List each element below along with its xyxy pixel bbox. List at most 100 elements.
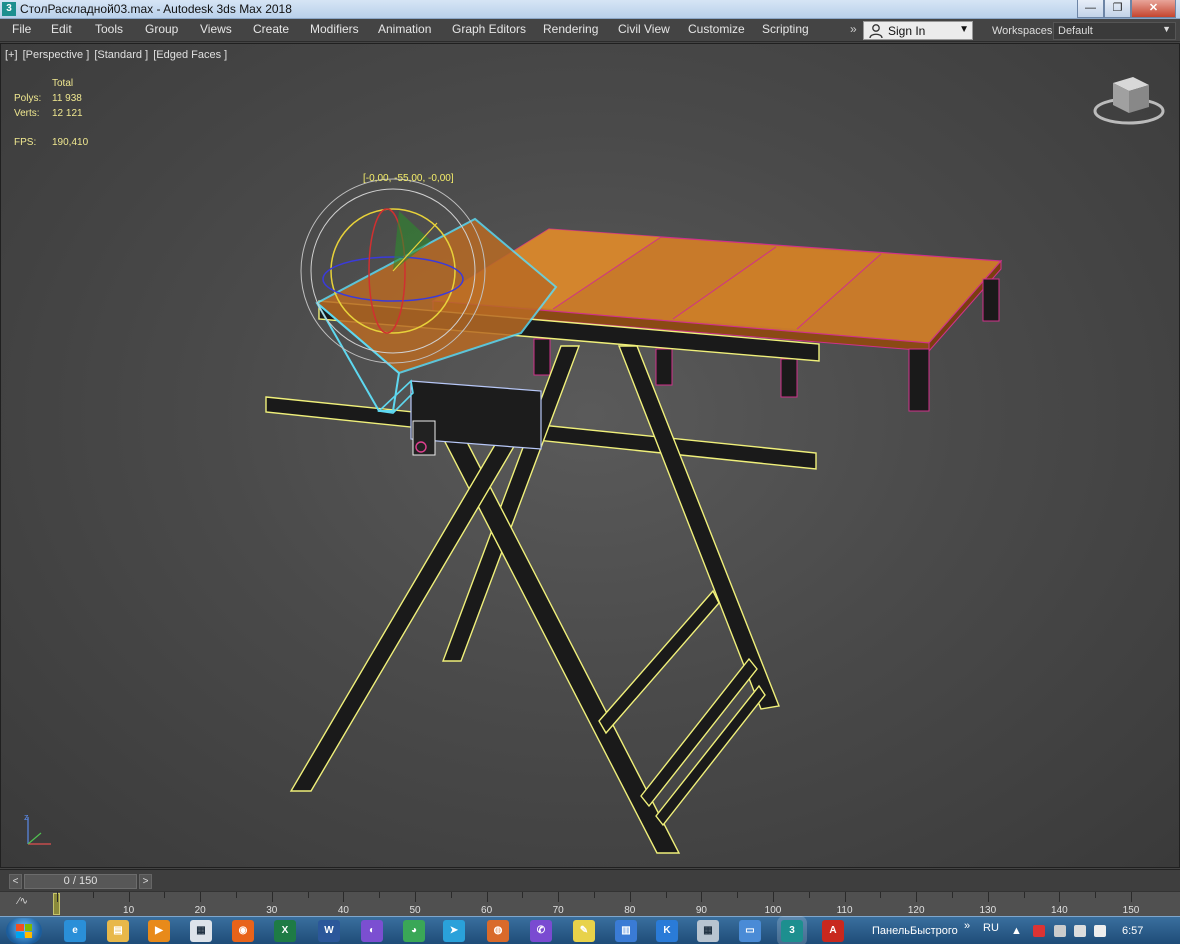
taskbar-app-app-purple-icon[interactable]: ◐	[361, 920, 383, 942]
stats-verts-value: 12 121	[52, 108, 83, 119]
workspaces-label: Workspaces:	[992, 25, 1056, 37]
timeline-tick-label: 70	[552, 905, 564, 916]
network-icon[interactable]	[1074, 925, 1086, 937]
menu-animation[interactable]: Animation	[378, 22, 431, 36]
timeline-tick	[128, 892, 130, 902]
menu-rendering[interactable]: Rendering	[543, 22, 598, 36]
3ds-max-app-icon[interactable]: 3	[2, 2, 16, 16]
menu-create[interactable]: Create	[253, 22, 289, 36]
menu-edit[interactable]: Edit	[51, 22, 72, 36]
track-bar[interactable]: ∕∿ 10 20 30 40 50 60 70 80 90 100 110 120 130 140 150	[0, 891, 1180, 916]
menu-tools[interactable]: Tools	[95, 22, 123, 36]
timeline-tick	[558, 892, 560, 902]
action-center-icon[interactable]	[1033, 925, 1045, 937]
clamp-block[interactable]	[410, 380, 542, 456]
taskbar-app-calculator-icon[interactable]: ▦	[697, 920, 719, 942]
viewport-label[interactable]: [+] [Perspective ] [Standard ] [Edged Fa…	[5, 49, 229, 61]
3ds-max-window: 3 СтолРаскладной03.max - Autodesk 3ds Ma…	[0, 0, 1180, 944]
stats-polys-label: Polys:	[14, 93, 42, 104]
taskbar-app-media-player-icon[interactable]: ▶	[148, 920, 170, 942]
taskbar-app-ie-icon[interactable]: e	[64, 920, 86, 942]
timeline-tick	[57, 892, 58, 902]
quick-launch-panel-label[interactable]: ПанельБыстрого	[872, 925, 958, 937]
timeline-tick	[1095, 892, 1097, 898]
taskbar-app-3dsmax-icon[interactable]: 3	[781, 920, 803, 942]
display-icon[interactable]	[1054, 925, 1066, 937]
maximize-button[interactable]: ❐	[1104, 0, 1131, 18]
timeline-tick	[737, 892, 739, 898]
time-next-button[interactable]: >	[139, 874, 152, 889]
taskbar-app-app-blue-icon[interactable]: ▭	[739, 920, 761, 942]
menu-views[interactable]: Views	[200, 22, 232, 36]
tray-expand-icon[interactable]: ▲	[1011, 925, 1022, 937]
menu-overflow-button[interactable]: »	[850, 22, 857, 36]
menu-group[interactable]: Group	[145, 22, 178, 36]
minimize-button[interactable]: —	[1077, 0, 1104, 18]
taskbar-app-app-k-icon[interactable]: K	[656, 920, 678, 942]
timeline-tick	[200, 892, 202, 902]
menu-file[interactable]: File	[12, 22, 31, 36]
timeline-tick-label: 60	[481, 905, 493, 916]
perspective-viewport[interactable]: [+] [Perspective ] [Standard ] [Edged Fa…	[0, 43, 1180, 868]
volume-icon[interactable]	[1094, 925, 1106, 937]
chevron-down-icon: ▼	[959, 24, 969, 35]
taskbar-app-notepad-icon[interactable]: ▦	[190, 920, 212, 942]
axis-z-label: z	[24, 812, 29, 822]
transform-readout: [-0,00, -55,00, -0,00]	[363, 173, 454, 184]
timeline-tick-label: 80	[624, 905, 636, 916]
taskbar-app-word-icon[interactable]: W	[318, 920, 340, 942]
timeline-tick-label: 150	[1122, 905, 1140, 916]
taskbar-app-viber-icon[interactable]: ✆	[530, 920, 552, 942]
time-slider[interactable]: 0 / 150	[24, 874, 137, 889]
timeline-tick	[808, 892, 810, 898]
sign-in-dropdown[interactable]: Sign In ▼	[863, 21, 973, 40]
stats-fps-label: FPS:	[14, 137, 37, 148]
timeline-tick	[379, 892, 381, 898]
timeline-tick	[952, 892, 953, 898]
menu-scripting[interactable]: Scripting	[762, 22, 809, 36]
taskbar-app-sticky-icon[interactable]: ✎	[573, 920, 595, 942]
timeline-tick	[343, 892, 345, 902]
timeline-tick	[880, 892, 882, 898]
stats-fps-value: 190,410	[52, 137, 89, 148]
user-icon	[869, 24, 883, 39]
timeline-tick	[486, 892, 488, 902]
clock[interactable]: 6:57	[1122, 925, 1143, 937]
viewport-edged-faces[interactable]: [Edged Faces ]	[153, 49, 227, 61]
taskbar-app-chrome-icon[interactable]: ◕	[403, 920, 425, 942]
timeline-tick-label: 130	[979, 905, 997, 916]
viewport-view-label[interactable]: [Perspective ]	[23, 49, 90, 61]
taskbar-app-telegram-icon[interactable]: ➤	[443, 920, 465, 942]
curve-editor-icon[interactable]: ∕∿	[18, 896, 28, 907]
timeline-tick-label: 50	[409, 905, 421, 916]
taskbar-app-firefox-icon[interactable]: ◉	[232, 920, 254, 942]
language-indicator[interactable]: RU	[983, 922, 999, 934]
taskbar-app-excel-icon[interactable]: X	[274, 920, 296, 942]
taskbar-app-app-orange-icon[interactable]: ◍	[487, 920, 509, 942]
menu-customize[interactable]: Customize	[688, 22, 745, 36]
viewport-menu-plus[interactable]: [+]	[5, 49, 18, 61]
menu-civil-view[interactable]: Civil View	[618, 22, 670, 36]
time-prev-button[interactable]: <	[9, 874, 22, 889]
close-button[interactable]: ✕	[1131, 0, 1176, 18]
stats-total-label: Total	[52, 78, 74, 89]
scene-canvas[interactable]	[1, 44, 1180, 868]
workspace-select[interactable]: Default ▼	[1053, 22, 1176, 40]
timeline-tick-label: 40	[337, 905, 349, 916]
menu-modifiers[interactable]: Modifiers	[310, 22, 359, 36]
taskbar-app-calendar-icon[interactable]: ▥	[615, 920, 637, 942]
timeline-tick	[916, 892, 918, 902]
timeline-tick-label: 110	[836, 905, 853, 916]
viewcube[interactable]	[1093, 77, 1165, 125]
sign-in-label: Sign In	[888, 24, 926, 38]
start-button[interactable]	[6, 918, 42, 944]
timeline-tick-label: 20	[194, 905, 206, 916]
viewport-shading-standard[interactable]: [Standard ]	[94, 49, 148, 61]
taskbar-app-explorer-icon[interactable]: ▤	[107, 920, 129, 942]
taskbar-app-autocad-icon[interactable]: A	[822, 920, 844, 942]
taskbar-overflow[interactable]: »	[964, 920, 970, 932]
timeline-tick-label: 10	[123, 905, 135, 916]
timeline-tick-label: 30	[266, 905, 278, 916]
menu-graph-editors[interactable]: Graph Editors	[452, 22, 526, 36]
timeline-tick-label: 100	[764, 905, 782, 916]
